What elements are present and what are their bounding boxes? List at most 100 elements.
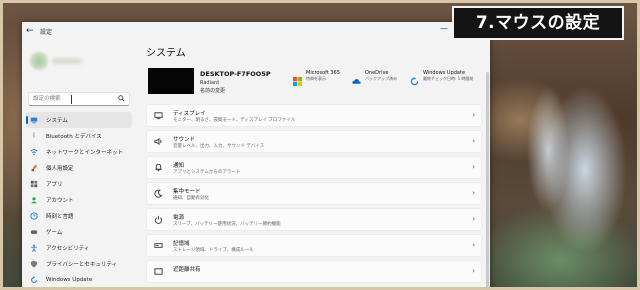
gamepad-icon: [30, 228, 38, 236]
sidebar-item-label: アクセシビリティ: [46, 246, 90, 252]
apps-icon: [30, 180, 38, 188]
search-box[interactable]: [28, 92, 130, 106]
sidebar-item-personalization[interactable]: 個人用設定: [26, 160, 132, 176]
sidebar-item-time-language[interactable]: 時刻と言語: [26, 208, 132, 224]
display-icon: [153, 111, 163, 121]
row-title: 集中モード: [173, 189, 201, 195]
microsoft-365-icon: [293, 71, 302, 86]
sidebar-item-label: ネットワークとインターネット: [46, 150, 124, 156]
settings-window: ← 設定 — システム ᛒ Bluetooth とデバイス: [22, 22, 490, 290]
user-name-blurred: [52, 58, 82, 64]
settings-row-sound[interactable]: サウンド 音量レベル、出力、入力、サウンド デバイス ›: [146, 130, 482, 153]
sidebar-item-label: プライバシーとセキュリティ: [46, 262, 118, 268]
row-title: 近距離共有: [173, 267, 201, 273]
row-subtitle: アプリとシステムからのアラート: [173, 170, 241, 175]
shield-icon: [30, 260, 38, 268]
sidebar-item-system[interactable]: システム: [26, 112, 132, 128]
row-title: 通知: [173, 163, 185, 169]
sidebar-item-label: Bluetooth とデバイス: [46, 134, 102, 140]
user-profile[interactable]: [30, 52, 86, 78]
sidebar-item-apps[interactable]: アプリ: [26, 176, 132, 192]
row-title: ディスプレイ: [173, 111, 206, 117]
device-model: Radiant: [200, 80, 220, 86]
sidebar-item-label: 時刻と言語: [46, 214, 74, 220]
text-cursor: [71, 95, 72, 104]
sidebar-item-network[interactable]: ネットワークとインターネット: [26, 144, 132, 160]
quick-tile-microsoft-365[interactable]: Microsoft 365 特典を表示: [293, 70, 340, 86]
chevron-right-icon: ›: [472, 267, 475, 275]
main-content: システム DESKTOP-F7FOO5P Radiant 名前の変更 Micro…: [134, 40, 490, 290]
search-input[interactable]: [33, 94, 115, 104]
row-subtitle: 音量レベル、出力、入力、サウンド デバイス: [173, 144, 265, 149]
quick-tile-sub: 特典を表示: [306, 76, 326, 81]
scrollbar[interactable]: [486, 72, 489, 290]
row-subtitle: モニター、明るさ、夜間モード、ディスプレイ プロファイル: [173, 118, 296, 123]
accessibility-icon: [30, 244, 38, 252]
chevron-right-icon: ›: [472, 137, 475, 145]
chevron-right-icon: ›: [472, 111, 475, 119]
row-subtitle: 通知、自動有効化: [173, 196, 209, 201]
settings-list: ディスプレイ モニター、明るさ、夜間モード、ディスプレイ プロファイル › サウ…: [146, 104, 482, 286]
sidebar-item-label: アカウント: [46, 198, 74, 204]
settings-row-nearby-sharing[interactable]: 近距離共有 ›: [146, 260, 482, 283]
rename-link[interactable]: 名前の変更: [200, 87, 225, 94]
sidebar-item-privacy[interactable]: プライバシーとセキュリティ: [26, 256, 132, 272]
chevron-right-icon: ›: [472, 163, 475, 171]
sidebar-item-windows-update[interactable]: Windows Update: [26, 272, 132, 288]
window-title: 設定: [40, 28, 53, 36]
settings-row-power[interactable]: 電源 スリープ、バッテリー使用状況、バッテリー節約機能 ›: [146, 208, 482, 231]
device-name: DESKTOP-F7FOO5P: [200, 70, 271, 78]
share-icon: [153, 267, 163, 277]
quick-tile-sub: 最終チェック日時: 1 時間前: [423, 76, 474, 81]
sidebar-item-gaming[interactable]: ゲーム: [26, 224, 132, 240]
sound-icon: [153, 137, 163, 147]
quick-tile-onedrive[interactable]: OneDrive バックアップ済み: [352, 70, 397, 84]
chevron-right-icon: ›: [472, 189, 475, 197]
storage-icon: [153, 241, 163, 251]
page-title: システム: [146, 48, 186, 59]
sidebar-item-label: Windows Update: [46, 277, 93, 283]
row-title: 電源: [173, 215, 185, 221]
quick-tile-windows-update[interactable]: Windows Update 最終チェック日時: 1 時間前: [410, 70, 474, 86]
sidebar-item-bluetooth[interactable]: ᛒ Bluetooth とデバイス: [26, 128, 132, 144]
device-card: DESKTOP-F7FOO5P Radiant 名前の変更 Microsoft …: [146, 66, 482, 96]
clock-globe-icon: [30, 212, 38, 220]
wifi-icon: [30, 148, 38, 156]
row-title: 記憶域: [173, 241, 190, 247]
row-title: サウンド: [173, 137, 196, 143]
power-icon: [153, 215, 163, 225]
bluetooth-icon: ᛒ: [32, 132, 36, 139]
sidebar-item-label: 個人用設定: [46, 166, 74, 172]
sidebar-item-accounts[interactable]: アカウント: [26, 192, 132, 208]
settings-row-notifications[interactable]: 通知 アプリとシステムからのアラート ›: [146, 156, 482, 179]
title-bar: ← 設定 —: [22, 22, 490, 40]
account-icon: [30, 196, 38, 204]
quick-tile-sub: バックアップ済み: [365, 76, 397, 81]
brush-icon: [30, 164, 38, 172]
search-icon[interactable]: [118, 94, 125, 104]
focus-icon: [153, 189, 163, 199]
sidebar-item-label: アプリ: [46, 182, 63, 188]
back-arrow-icon[interactable]: ←: [26, 26, 36, 36]
chevron-right-icon: ›: [472, 215, 475, 223]
settings-row-focus[interactable]: 集中モード 通知、自動有効化 ›: [146, 182, 482, 205]
row-subtitle: スリープ、バッテリー使用状況、バッテリー節約機能: [173, 222, 281, 227]
onedrive-icon: [352, 71, 361, 84]
banner-title: 7.マウスの設定: [452, 6, 624, 40]
bell-icon: [153, 163, 163, 173]
windows-update-icon: [410, 71, 419, 86]
sidebar-item-label: システム: [46, 118, 68, 124]
device-thumbnail: [148, 68, 194, 94]
monitor-icon: [30, 116, 38, 124]
minimize-button[interactable]: —: [440, 24, 448, 33]
row-subtitle: ストレージ領域、ドライブ、構成ルール: [173, 248, 254, 253]
chevron-right-icon: ›: [472, 241, 475, 249]
sidebar-nav: システム ᛒ Bluetooth とデバイス ネットワークとインターネット 個人…: [26, 112, 132, 288]
settings-row-display[interactable]: ディスプレイ モニター、明るさ、夜間モード、ディスプレイ プロファイル ›: [146, 104, 482, 127]
sidebar: システム ᛒ Bluetooth とデバイス ネットワークとインターネット 個人…: [22, 40, 134, 290]
update-icon: [30, 276, 38, 284]
settings-row-storage[interactable]: 記憶域 ストレージ領域、ドライブ、構成ルール ›: [146, 234, 482, 257]
avatar: [30, 52, 48, 70]
sidebar-item-label: ゲーム: [46, 230, 63, 236]
sidebar-item-accessibility[interactable]: アクセシビリティ: [26, 240, 132, 256]
